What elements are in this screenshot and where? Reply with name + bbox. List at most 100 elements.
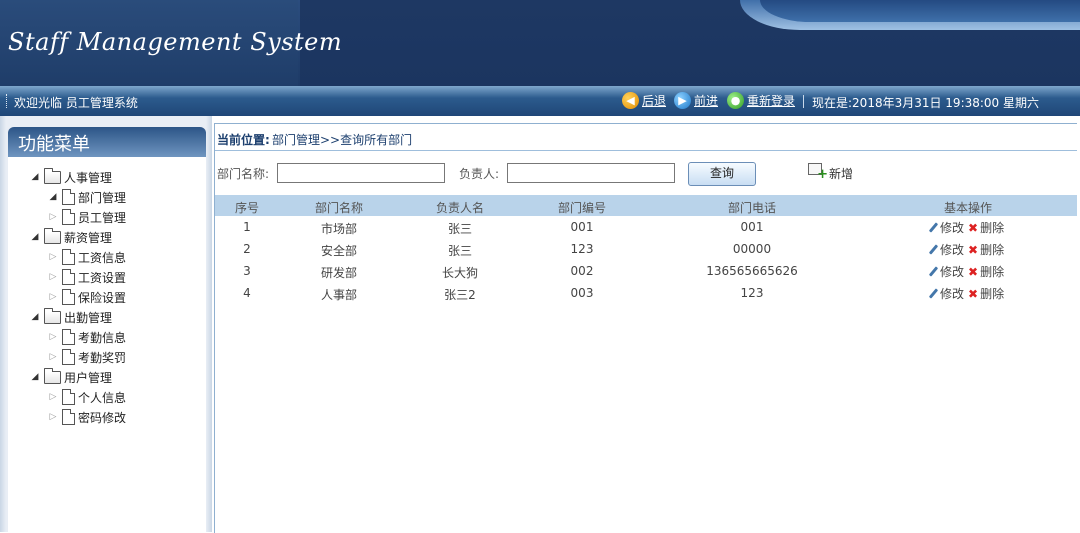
edit-pencil-icon[interactable]: [928, 244, 938, 256]
edit-link[interactable]: 修改: [940, 219, 964, 236]
delete-link[interactable]: 删除: [980, 219, 1004, 236]
collapse-toggle-icon[interactable]: ▷: [48, 412, 58, 422]
column-header: 部门电话: [727, 201, 777, 215]
menu-item-label[interactable]: 部门管理: [78, 189, 126, 206]
menu-item-label[interactable]: 工资信息: [78, 249, 126, 266]
forward-arrow-icon: ▶: [674, 92, 691, 109]
edit-link[interactable]: 修改: [940, 285, 964, 302]
top-toolbar: 欢迎光临 员工管理系统 ◀ 后退 ▶ 前进 ● 重新登录 现在是:2018年3月…: [0, 86, 1080, 116]
delete-link[interactable]: 删除: [980, 263, 1004, 280]
welcome-text: 欢迎光临 员工管理系统: [14, 96, 138, 110]
collapse-toggle-icon[interactable]: ▷: [48, 332, 58, 342]
collapse-toggle-icon[interactable]: ▷: [48, 392, 58, 402]
manager-input[interactable]: [507, 163, 675, 183]
cell-dept-name: 研发部: [320, 266, 358, 280]
edit-link[interactable]: 修改: [940, 263, 964, 280]
edit-pencil-icon[interactable]: [928, 266, 938, 278]
menu-item-salary-info[interactable]: ▷ 工资信息: [48, 247, 126, 267]
menu-item-label[interactable]: 考勤奖罚: [78, 349, 126, 366]
cell-dept-name: 市场部: [320, 222, 358, 236]
menu-item-label[interactable]: 员工管理: [78, 209, 126, 226]
relogin-link-label[interactable]: 重新登录: [747, 92, 795, 109]
table-row: 4 人事部 张三2 003 123 修改 ✖ 删除: [215, 283, 1077, 305]
menu-item-label[interactable]: 保险设置: [78, 289, 126, 306]
table-header: 序号 部门名称 负责人名 部门编号 部门电话 基本操作: [215, 195, 1077, 216]
document-icon: [62, 389, 75, 405]
cell-dept-phone: 001: [740, 220, 764, 234]
back-link[interactable]: ◀ 后退: [622, 92, 666, 109]
dept-name-label: 部门名称:: [217, 167, 270, 181]
document-icon: [62, 189, 75, 205]
expand-toggle-icon[interactable]: ◢: [48, 192, 58, 202]
menu-group-attendance[interactable]: ◢ 出勤管理: [30, 307, 112, 327]
relogin-link[interactable]: ● 重新登录: [727, 92, 795, 109]
menu-item-salary-settings[interactable]: ▷ 工资设置: [48, 267, 126, 287]
delete-x-icon[interactable]: ✖: [968, 265, 978, 279]
cell-index: 3: [243, 264, 251, 278]
left-sidebar: 功能菜单 ◢ 人事管理 ◢ 部门管理 ▷ 员工管理 ◢ 薪资管理 ▷ 工资信息: [0, 116, 212, 532]
cell-manager: 张三: [447, 244, 473, 258]
dept-name-input[interactable]: [277, 163, 445, 183]
back-link-label[interactable]: 后退: [642, 92, 666, 109]
delete-x-icon[interactable]: ✖: [968, 287, 978, 301]
menu-item-label[interactable]: 密码修改: [78, 409, 126, 426]
menu-group-label[interactable]: 薪资管理: [64, 229, 112, 246]
forward-link[interactable]: ▶ 前进: [674, 92, 718, 109]
menu-group-salary[interactable]: ◢ 薪资管理: [30, 227, 112, 247]
query-button[interactable]: 查询: [688, 162, 756, 186]
cell-manager: 张三2: [444, 288, 476, 302]
cell-dept-code: 001: [570, 220, 594, 234]
expand-toggle-icon[interactable]: ◢: [30, 172, 40, 182]
menu-item-insurance-settings[interactable]: ▷ 保险设置: [48, 287, 126, 307]
delete-x-icon[interactable]: ✖: [968, 221, 978, 235]
collapse-toggle-icon[interactable]: ▷: [48, 352, 58, 362]
menu-item-label[interactable]: 工资设置: [78, 269, 126, 286]
delete-link[interactable]: 删除: [980, 285, 1004, 302]
collapse-toggle-icon[interactable]: ▷: [48, 252, 58, 262]
delete-x-icon[interactable]: ✖: [968, 243, 978, 257]
cell-dept-code: 002: [570, 264, 594, 278]
document-icon: [62, 329, 75, 345]
menu-title: 功能菜单: [18, 134, 90, 155]
collapse-toggle-icon[interactable]: ▷: [48, 212, 58, 222]
delete-link[interactable]: 删除: [980, 241, 1004, 258]
expand-toggle-icon[interactable]: ◢: [30, 372, 40, 382]
edit-pencil-icon[interactable]: [928, 288, 938, 300]
cell-dept-name: 安全部: [320, 244, 358, 258]
folder-icon: [44, 167, 61, 184]
expand-toggle-icon[interactable]: ◢: [30, 312, 40, 322]
current-time: 现在是:2018年3月31日 19:38:00 星期六: [812, 96, 1040, 110]
cell-index: 1: [243, 220, 251, 234]
add-link[interactable]: 新增: [829, 165, 853, 182]
menu-group-label[interactable]: 用户管理: [64, 369, 112, 386]
table-row: 1 市场部 张三 001 001 修改 ✖ 删除: [215, 217, 1077, 239]
folder-icon: [44, 307, 61, 324]
edit-link[interactable]: 修改: [940, 241, 964, 258]
menu-item-label[interactable]: 个人信息: [78, 389, 126, 406]
cell-manager: 长大狗: [441, 266, 479, 280]
menu-item-personal-info[interactable]: ▷ 个人信息: [48, 387, 126, 407]
add-icon[interactable]: [808, 163, 828, 182]
cell-index: 2: [243, 242, 251, 256]
menu-item-label[interactable]: 考勤信息: [78, 329, 126, 346]
document-icon: [62, 409, 75, 425]
menu-item-attendance-info[interactable]: ▷ 考勤信息: [48, 327, 126, 347]
table-row: 3 研发部 长大狗 002 136565665626 修改 ✖ 删除: [215, 261, 1077, 283]
menu-item-attendance-rewards[interactable]: ▷ 考勤奖罚: [48, 347, 126, 367]
expand-toggle-icon[interactable]: ◢: [30, 232, 40, 242]
breadcrumb: 当前位置: 部门管理>>查询所有部门: [215, 124, 1077, 151]
menu-header: 功能菜单: [8, 127, 206, 157]
collapse-toggle-icon[interactable]: ▷: [48, 292, 58, 302]
forward-link-label[interactable]: 前进: [694, 92, 718, 109]
collapse-toggle-icon[interactable]: ▷: [48, 272, 58, 282]
menu-group-users[interactable]: ◢ 用户管理: [30, 367, 112, 387]
menu-group-label[interactable]: 出勤管理: [64, 309, 112, 326]
menu-item-dept-management[interactable]: ◢ 部门管理: [48, 187, 126, 207]
menu-item-change-password[interactable]: ▷ 密码修改: [48, 407, 126, 427]
menu-item-staff-management[interactable]: ▷ 员工管理: [48, 207, 126, 227]
menu-group-label[interactable]: 人事管理: [64, 169, 112, 186]
logo-box: Staff Management System: [0, 0, 342, 86]
edit-pencil-icon[interactable]: [928, 222, 938, 234]
menu-group-hr[interactable]: ◢ 人事管理: [30, 167, 112, 187]
menu-tree: ◢ 人事管理 ◢ 部门管理 ▷ 员工管理 ◢ 薪资管理 ▷ 工资信息 ▷ 工资设…: [8, 157, 206, 532]
